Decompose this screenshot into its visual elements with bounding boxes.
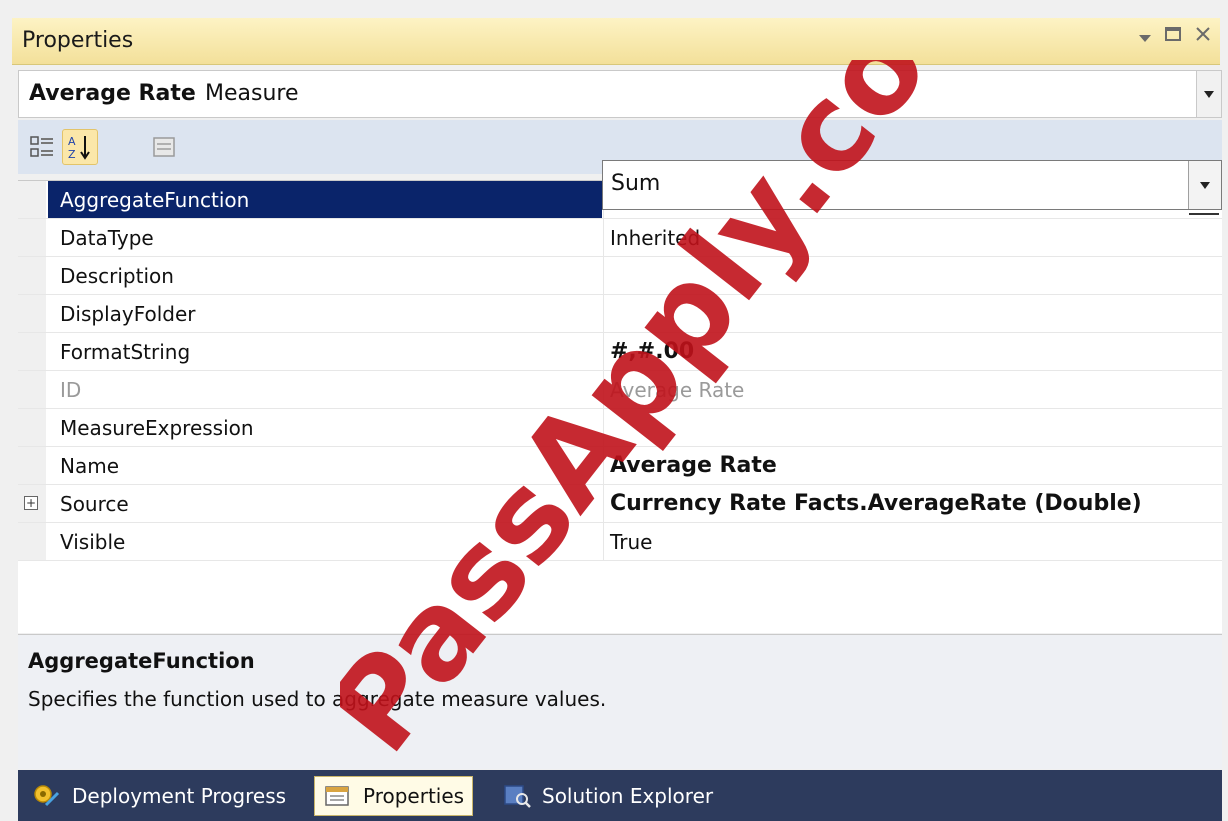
alphabetical-icon[interactable]: A Z: [62, 129, 98, 165]
property-name[interactable]: MeasureExpression: [48, 409, 602, 446]
property-name[interactable]: DisplayFolder: [48, 295, 602, 332]
description-text: Specifies the function used to aggregate…: [28, 687, 607, 711]
close-icon[interactable]: [1194, 24, 1212, 49]
object-selector[interactable]: Average Rate Measure: [18, 70, 1222, 118]
property-name[interactable]: DataType: [48, 219, 602, 256]
property-name[interactable]: ID: [48, 371, 602, 408]
property-row-measureexpression[interactable]: MeasureExpression: [18, 409, 1222, 447]
tab-label: Solution Explorer: [542, 784, 714, 808]
property-value[interactable]: [603, 257, 1222, 294]
solution-explorer-icon: [502, 783, 532, 809]
property-row-datatype[interactable]: DataType Inherited: [18, 219, 1222, 257]
description-title: AggregateFunction: [28, 649, 255, 673]
window-position-dropdown-icon[interactable]: [1138, 24, 1152, 49]
property-name[interactable]: Name: [48, 447, 602, 484]
property-value[interactable]: #,#.00: [603, 333, 1222, 370]
property-name[interactable]: Description: [48, 257, 602, 294]
tab-label: Deployment Progress: [72, 784, 287, 808]
property-row-id[interactable]: ID Average Rate: [18, 371, 1222, 409]
svg-text:A: A: [68, 135, 76, 148]
panel-title: Properties: [22, 28, 134, 53]
property-pages-icon[interactable]: [146, 129, 182, 165]
tab-label: Properties: [363, 784, 465, 808]
property-name[interactable]: FormatString: [48, 333, 602, 370]
property-grid: AggregateFunction DataType Inherited Des…: [18, 180, 1222, 633]
categorized-icon[interactable]: [24, 129, 60, 165]
aggregate-function-value: Sum: [611, 171, 661, 196]
property-value[interactable]: Average Rate: [603, 447, 1222, 484]
svg-text:Z: Z: [68, 148, 76, 161]
property-row-displayfolder[interactable]: DisplayFolder: [18, 295, 1222, 333]
panel-title-bar[interactable]: Properties: [12, 18, 1220, 65]
deployment-progress-icon: [32, 783, 62, 809]
property-value[interactable]: True: [603, 523, 1222, 560]
chevron-down-icon[interactable]: [1188, 161, 1221, 209]
property-row-name[interactable]: Name Average Rate: [18, 447, 1222, 485]
property-row-visible[interactable]: Visible True: [18, 523, 1222, 561]
maximize-icon[interactable]: [1164, 24, 1182, 49]
expand-icon[interactable]: +: [24, 496, 38, 510]
property-value[interactable]: Inherited: [603, 219, 1222, 256]
chevron-down-icon[interactable]: [1196, 71, 1221, 117]
properties-icon: [323, 783, 353, 809]
tab-properties[interactable]: Properties: [314, 776, 474, 816]
property-name[interactable]: Source: [48, 485, 602, 522]
property-row-formatstring[interactable]: FormatString #,#.00: [18, 333, 1222, 371]
properties-window: Properties Average Rate Measure A Z Aggr…: [0, 0, 1228, 821]
object-type: Measure: [205, 81, 299, 106]
bottom-tab-bar: Deployment Progress Properties Solution …: [18, 770, 1222, 821]
property-name[interactable]: Visible: [48, 523, 602, 560]
property-row-source[interactable]: + Source Currency Rate Facts.AverageRate…: [18, 485, 1222, 523]
aggregate-function-dropdown[interactable]: Sum: [602, 160, 1222, 215]
object-name: Average Rate: [29, 81, 196, 106]
tab-deployment-progress[interactable]: Deployment Progress: [24, 776, 294, 816]
tab-solution-explorer[interactable]: Solution Explorer: [494, 776, 721, 816]
property-value[interactable]: [603, 295, 1222, 332]
property-value[interactable]: Currency Rate Facts.AverageRate (Double): [603, 485, 1222, 522]
property-name[interactable]: AggregateFunction: [48, 181, 602, 218]
description-pane: AggregateFunction Specifies the function…: [18, 634, 1222, 769]
property-row-description[interactable]: Description: [18, 257, 1222, 295]
property-value[interactable]: [603, 409, 1222, 446]
property-value: Average Rate: [603, 371, 1222, 408]
